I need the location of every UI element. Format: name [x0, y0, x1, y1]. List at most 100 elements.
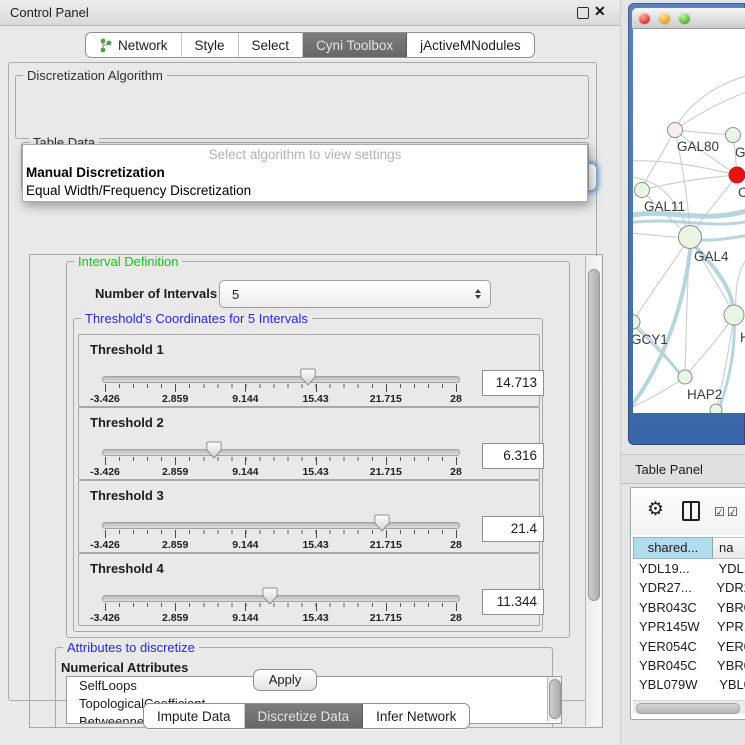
discretization-algorithm-title: Discretization Algorithm: [23, 68, 167, 83]
checkbox-icon[interactable]: ☑: [714, 505, 725, 519]
network-icon: [99, 38, 112, 52]
number-of-intervals-combobox[interactable]: 5: [219, 280, 491, 308]
threshold-panel: Threshold 2 -3.4262.8599.14415.4321.7152…: [78, 407, 540, 480]
tab-style[interactable]: Style: [182, 33, 239, 57]
threshold-label: Threshold 4: [90, 561, 164, 576]
algorithm-dropdown-popup: Select algorithm to view settings Manual…: [22, 144, 588, 202]
table-row[interactable]: YIL052CYIL0: [633, 714, 745, 720]
number-of-intervals-label: Number of Intervals: [95, 286, 217, 301]
network-node-label: GCY1: [633, 332, 668, 347]
close-traffic-light[interactable]: [639, 13, 650, 24]
popup-placeholder: Select algorithm to view settings: [23, 145, 587, 164]
threshold-value-field[interactable]: 6.316: [482, 443, 544, 469]
threshold-slider-track[interactable]: [102, 449, 460, 456]
table-row[interactable]: YBR045CYBR0: [633, 656, 745, 675]
column-header-name[interactable]: na: [713, 537, 745, 559]
tab-jactivemnodules[interactable]: jActiveMNodules: [407, 33, 534, 57]
network-node-label: C: [738, 185, 745, 200]
threshold-slider-thumb[interactable]: [206, 441, 222, 459]
network-node-label: H: [740, 330, 745, 345]
hscrollbar-thumb[interactable]: [636, 703, 740, 714]
network-node[interactable]: [678, 370, 692, 384]
thresholds-group: Threshold's Coordinates for 5 Intervals …: [73, 318, 543, 632]
table-row[interactable]: YDR27...YDR2: [633, 578, 745, 597]
table-toolbar: ⚙ ☑ ☑: [631, 488, 745, 535]
cyni-content-panel: Discretization Algorithm Select algorith…: [8, 62, 597, 701]
table-panel-header: Table Panel: [621, 454, 745, 484]
threshold-slider-thumb[interactable]: [300, 368, 316, 386]
scrollbar-thumb[interactable]: [588, 269, 600, 601]
table-header-row: shared... na: [633, 537, 745, 559]
network-window-titlebar[interactable]: [632, 8, 745, 29]
network-node[interactable]: [668, 123, 683, 138]
network-node-label: GAL4: [694, 249, 729, 264]
popup-option-equal-width[interactable]: Equal Width/Frequency Discretization: [23, 182, 587, 200]
network-node[interactable]: [679, 226, 702, 249]
column-header-shared-name[interactable]: shared...: [633, 537, 713, 559]
slider-tick-labels: -3.4262.8599.14415.4321.71528: [105, 393, 457, 405]
tab-select[interactable]: Select: [239, 33, 304, 57]
table-panel-card: ⚙ ☑ ☑ shared... na YDL19...YDL1YDR27...Y…: [630, 487, 745, 720]
tab-network[interactable]: Network: [86, 33, 182, 57]
tab-infer-network[interactable]: Infer Network: [363, 704, 469, 728]
settings-scroll-area: Interval Definition Number of Intervals …: [29, 254, 603, 728]
table-row[interactable]: YBL079WYBL0: [633, 675, 745, 694]
columns-icon[interactable]: [682, 501, 700, 521]
gear-icon[interactable]: ⚙: [647, 498, 664, 521]
table-horizontal-scrollbar[interactable]: [633, 700, 745, 714]
settings-vertical-scrollbar[interactable]: [585, 256, 601, 726]
top-tab-bar: Network Style Select Cyni Toolbox jActiv…: [85, 32, 535, 58]
network-node[interactable]: [635, 183, 650, 198]
network-node-label: GAL80: [677, 139, 719, 154]
tab-impute-data[interactable]: Impute Data: [144, 704, 245, 728]
table-row[interactable]: YDL19...YDL1: [633, 559, 745, 578]
threshold-value-field[interactable]: 21.4: [482, 516, 544, 542]
number-of-intervals-value: 5: [220, 287, 239, 302]
attributes-list-scrollbar[interactable]: [547, 677, 561, 721]
threshold-panel: Threshold 1 -3.4262.8599.14415.4321.7152…: [78, 334, 540, 407]
control-panel-window: Control Panel ✕ Network Style Select Cyn…: [0, 0, 620, 745]
slider-tick-labels: -3.4262.8599.14415.4321.71528: [105, 612, 457, 624]
minimize-traffic-light[interactable]: [659, 13, 670, 24]
bottom-tab-bar: Impute Data Discretize Data Infer Networ…: [143, 703, 470, 729]
table-row[interactable]: YBR043CYBR0: [633, 598, 745, 617]
network-node[interactable]: [724, 305, 744, 325]
interval-definition-group: Interval Definition Number of Intervals …: [66, 261, 570, 638]
control-panel-titlebar: Control Panel ✕: [0, 0, 620, 26]
popup-option-manual[interactable]: Manual Discretization: [23, 164, 587, 182]
network-node[interactable]: [710, 404, 722, 413]
numerical-attributes-label: Numerical Attributes: [61, 660, 188, 675]
slider-tick-labels: -3.4262.8599.14415.4321.71528: [105, 539, 457, 551]
checkbox-icon[interactable]: ☑: [727, 505, 738, 519]
threshold-slider-track[interactable]: [102, 595, 460, 602]
network-node[interactable]: [726, 128, 741, 143]
threshold-slider-thumb[interactable]: [374, 514, 390, 532]
table-panel-title: Table Panel: [635, 462, 703, 477]
threshold-slider-thumb[interactable]: [262, 587, 278, 605]
combo-arrows-icon: [475, 289, 490, 299]
thresholds-group-title: Threshold's Coordinates for 5 Intervals: [81, 311, 312, 326]
network-node[interactable]: [729, 167, 745, 183]
float-window-icon[interactable]: [577, 7, 589, 19]
network-canvas[interactable]: GAL80GACGAL11GAL4GCY1HHAP2: [633, 29, 745, 413]
threshold-slider-track[interactable]: [102, 376, 460, 383]
tab-cyni-toolbox[interactable]: Cyni Toolbox: [303, 33, 407, 57]
threshold-panel: Threshold 3 -3.4262.8599.14415.4321.7152…: [78, 480, 540, 553]
slider-ticks: [105, 603, 457, 611]
zoom-traffic-light[interactable]: [679, 13, 690, 24]
threshold-value-field[interactable]: 14.713: [482, 370, 544, 396]
close-icon[interactable]: ✕: [594, 3, 606, 20]
threshold-panel: Threshold 4 -3.4262.8599.14415.4321.7152…: [78, 553, 540, 626]
threshold-label: Threshold 3: [90, 488, 164, 503]
tab-discretize-data[interactable]: Discretize Data: [245, 704, 364, 728]
table-row[interactable]: YPR145WYPR1: [633, 617, 745, 636]
slider-ticks: [105, 530, 457, 538]
table-row[interactable]: YER054CYER0: [633, 637, 745, 656]
attributes-group-title: Attributes to discretize: [63, 640, 199, 655]
apply-button[interactable]: Apply: [253, 669, 317, 691]
discretization-algorithm-group: Discretization Algorithm: [15, 75, 589, 139]
threshold-slider-track[interactable]: [102, 522, 460, 529]
network-node-label: HAP2: [687, 387, 722, 402]
threshold-value-field[interactable]: 11.344: [482, 589, 544, 615]
table-rows: YDL19...YDL1YDR27...YDR2YBR043CYBR0YPR14…: [633, 559, 745, 720]
